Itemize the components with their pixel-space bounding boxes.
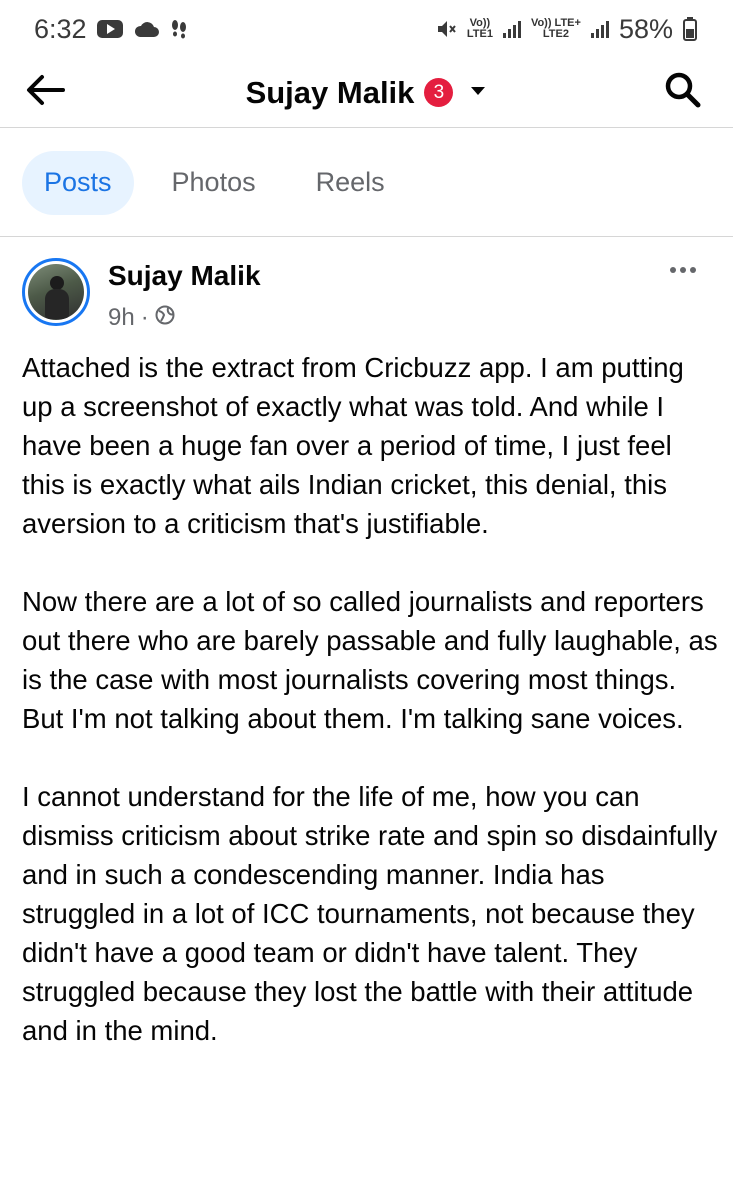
tab-posts[interactable]: Posts <box>22 150 134 215</box>
globe-icon <box>155 304 175 332</box>
network-1-bottom: LTE1 <box>466 28 493 40</box>
footsteps-icon <box>169 18 189 40</box>
tab-photos[interactable]: Photos <box>150 151 278 215</box>
post-paragraph: Attached is the extract from Cricbuzz ap… <box>22 352 684 539</box>
battery-percent: 58% <box>618 13 673 44</box>
battery-icon <box>683 17 697 41</box>
avatar-photo <box>28 264 84 320</box>
network-2: Vo)) LTE+ LTE2 <box>531 18 581 40</box>
signal-icon <box>590 20 609 38</box>
mute-icon <box>435 18 457 40</box>
post-author-name[interactable]: Sujay Malik <box>108 260 261 292</box>
post-paragraph: Now there are a lot of so called journal… <box>22 586 718 734</box>
page-title: Sujay Malik <box>245 74 415 110</box>
meta-separator: · <box>140 304 149 331</box>
youtube-icon <box>96 19 123 39</box>
back-button[interactable] <box>24 70 68 114</box>
status-bar: 6:32 Vo)) LTE1 Vo)) LTE+ LTE2 58% <box>0 0 733 58</box>
avatar-body <box>45 289 69 319</box>
search-button[interactable] <box>661 70 705 114</box>
network-1: Vo)) LTE1 <box>467 18 493 40</box>
post-meta: 9h · <box>108 304 175 332</box>
app-header: Sujay Malik 3 <box>0 58 733 128</box>
status-left: 6:32 <box>34 14 189 45</box>
more-dot <box>690 267 696 273</box>
avatar-head <box>50 276 64 290</box>
avatar[interactable] <box>22 258 90 326</box>
post-more-button[interactable] <box>663 258 703 282</box>
status-right: Vo)) LTE1 Vo)) LTE+ LTE2 58% <box>435 14 697 45</box>
status-time: 6:32 <box>34 13 87 44</box>
network-2-bottom: LTE2 <box>542 28 569 40</box>
profile-tabs: Posts Photos Reels <box>0 129 733 237</box>
post-body: Attached is the extract from Cricbuzz ap… <box>22 348 722 1089</box>
search-icon <box>664 71 702 114</box>
chevron-down-icon <box>469 84 487 102</box>
profile-switcher[interactable]: Sujay Malik 3 <box>246 75 488 111</box>
more-dot <box>680 267 686 273</box>
post-paragraph: I cannot understand for the life of me, … <box>22 781 718 1046</box>
more-horizontal-icon <box>670 267 676 273</box>
post-card: Sujay Malik 9h · Attached is the extract… <box>0 238 733 1046</box>
signal-icon <box>502 20 521 38</box>
arrow-left-icon <box>26 74 66 111</box>
post-timestamp[interactable]: 9h <box>108 304 135 332</box>
tab-reels[interactable]: Reels <box>294 151 407 215</box>
post-header: Sujay Malik 9h · <box>0 238 733 338</box>
cloud-icon <box>133 20 159 38</box>
notification-badge: 3 <box>424 78 454 107</box>
